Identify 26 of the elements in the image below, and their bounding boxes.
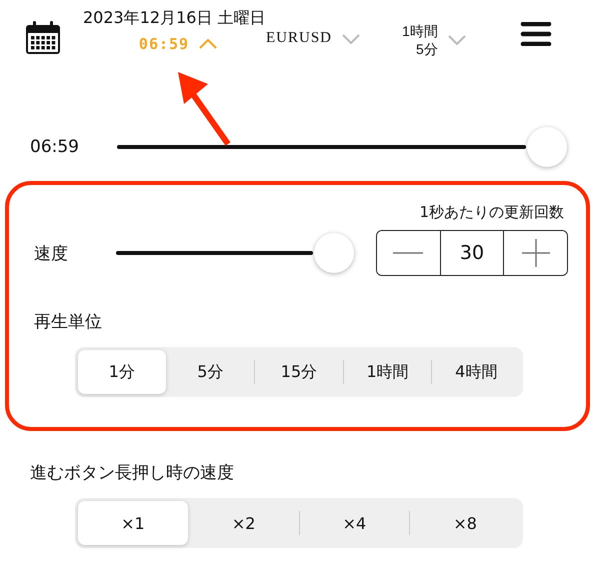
date-text: 2023年12月16日 土曜日 bbox=[83, 8, 267, 29]
playback-unit-label: 再生単位 bbox=[34, 311, 102, 333]
speed-label: 速度 bbox=[34, 242, 68, 264]
segment-option[interactable]: 1時間 bbox=[344, 350, 432, 394]
calendar-icon[interactable] bbox=[25, 21, 61, 55]
segment-option[interactable]: 4時間 bbox=[432, 350, 520, 394]
timeframe-dropdown[interactable]: 1時間 5分 bbox=[402, 22, 466, 58]
slider-thumb[interactable] bbox=[527, 127, 567, 167]
rate-caption: 1秒あたりの更新回数 bbox=[418, 203, 565, 222]
segment-option[interactable]: ×2 bbox=[188, 501, 298, 545]
chevron-down-icon bbox=[448, 35, 466, 45]
minus-icon bbox=[393, 252, 424, 254]
segment-option[interactable]: ×1 bbox=[78, 501, 188, 545]
position-label: 06:59 bbox=[30, 137, 79, 157]
symbol-dropdown[interactable]: EURUSD bbox=[266, 30, 360, 47]
segment-option[interactable]: 5分 bbox=[166, 350, 254, 394]
slider-thumb[interactable] bbox=[314, 233, 354, 273]
segment-option[interactable]: 1分 bbox=[78, 350, 166, 394]
plus-icon bbox=[522, 239, 550, 267]
segment-option[interactable]: ×8 bbox=[410, 501, 520, 545]
hold-speed-label: 進むボタン長押し時の速度 bbox=[30, 462, 234, 484]
chevron-up-icon bbox=[199, 39, 218, 49]
segment-option[interactable]: ×4 bbox=[300, 501, 410, 545]
menu-icon[interactable] bbox=[520, 22, 552, 46]
chevron-down-icon bbox=[342, 34, 360, 44]
segment-option[interactable]: 15分 bbox=[255, 350, 343, 394]
